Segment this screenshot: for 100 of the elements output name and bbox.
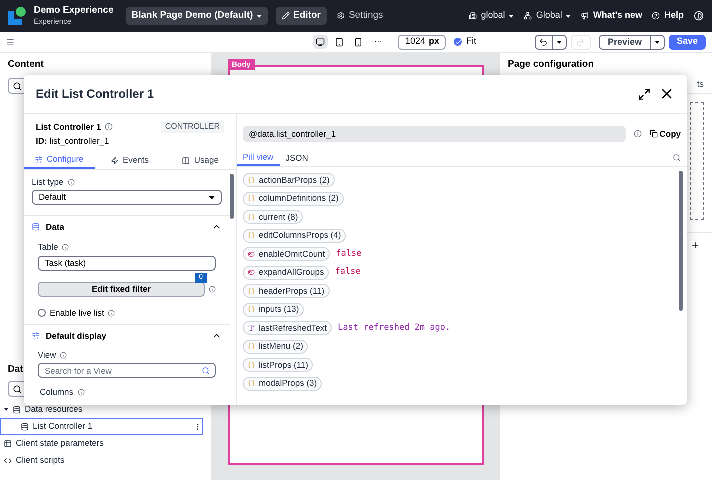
- database-icon: [13, 406, 21, 414]
- pill-value: false: [335, 266, 361, 280]
- tablet-icon: [335, 38, 344, 46]
- panel-title: Content: [8, 58, 44, 72]
- tree-item[interactable]: Client state parameters: [0, 435, 211, 452]
- dialog-tab[interactable]: Configure: [24, 152, 95, 169]
- data-pill[interactable]: headerProps (11): [243, 284, 330, 298]
- view-tab[interactable]: Pill view: [237, 150, 280, 166]
- building-icon: [469, 12, 478, 20]
- sliders-icon: [32, 332, 40, 340]
- tree-item[interactable]: Data resources: [0, 401, 211, 418]
- pencil-icon: [282, 12, 290, 20]
- braces-icon: [248, 195, 255, 202]
- data-pill[interactable]: inputs (13): [243, 302, 304, 317]
- type-badge: CONTROLLER: [161, 121, 224, 133]
- panel-title: Dat: [8, 362, 24, 377]
- header-link[interactable]: Global: [524, 9, 572, 23]
- hierarchy-icon: [524, 12, 532, 20]
- component-id: ID: list_controller_1: [36, 135, 110, 148]
- redo-icon: [576, 38, 586, 46]
- info-icon: [78, 388, 85, 396]
- field-label: List type: [32, 176, 64, 188]
- braces-icon: [248, 343, 255, 350]
- theme-icon[interactable]: [694, 11, 704, 21]
- field-label: Table: [38, 240, 58, 254]
- braces-icon: [248, 306, 255, 314]
- save-button[interactable]: Save: [668, 34, 706, 50]
- menu-icon[interactable]: [6, 38, 15, 46]
- table-icon: [4, 440, 12, 448]
- expand-icon[interactable]: [638, 88, 651, 100]
- data-pill[interactable]: expandAllGroups: [243, 266, 330, 280]
- fit-checkbox[interactable]: [454, 38, 462, 46]
- braces-icon: [248, 362, 255, 369]
- checkbox-label: Enable live list: [50, 306, 104, 320]
- caret-icon: [209, 194, 215, 200]
- tree-item[interactable]: Client scripts: [0, 452, 211, 469]
- more-button[interactable]: ···: [370, 36, 386, 48]
- page-dropdown[interactable]: Blank Page Demo (Default): [126, 7, 268, 25]
- help-icon: [652, 12, 660, 20]
- undo-icon: [539, 38, 548, 46]
- search-icon: [13, 82, 22, 90]
- data-pill[interactable]: modalProps (3): [243, 376, 322, 391]
- live-list-checkbox[interactable]: [38, 309, 46, 317]
- data-pill[interactable]: current (8): [243, 210, 304, 224]
- device-button[interactable]: [313, 35, 328, 49]
- view-tab[interactable]: JSON: [280, 150, 314, 166]
- info-icon: [209, 286, 216, 293]
- path-field[interactable]: @data.list_controller_1: [243, 126, 626, 142]
- header-link[interactable]: Help: [652, 9, 684, 23]
- phone-icon: [354, 38, 364, 46]
- dialog-tab[interactable]: Events: [94, 152, 166, 169]
- pill-value: false: [336, 248, 362, 261]
- info-icon: [62, 244, 70, 250]
- toggle-icon: [248, 250, 255, 258]
- data-pill[interactable]: columnDefinitions (2): [243, 192, 344, 206]
- braces-icon: [248, 288, 255, 295]
- data-pill[interactable]: listProps (11): [243, 358, 314, 372]
- header-link[interactable]: global: [469, 9, 514, 23]
- data-pill[interactable]: editColumnsProps (4): [243, 228, 346, 243]
- scrollbar-thumb[interactable]: [230, 174, 234, 219]
- data-pill[interactable]: listMenu (2): [243, 340, 308, 354]
- panel-title: Page configuration: [508, 58, 594, 72]
- caret-icon: [556, 40, 562, 44]
- database-icon: [32, 223, 40, 231]
- monitor-icon: [316, 38, 326, 46]
- header-link[interactable]: What's new: [581, 9, 642, 23]
- lightning-icon: [111, 156, 119, 164]
- tree-item[interactable]: List Controller 1: [0, 418, 203, 435]
- app-title: Demo Experience: [34, 5, 114, 18]
- width-field[interactable]: 1024 px: [398, 34, 446, 50]
- megaphone-icon: [581, 12, 590, 20]
- data-pill[interactable]: enableOmitCount: [243, 247, 330, 262]
- toggle-icon: [248, 269, 255, 276]
- add-icon[interactable]: [691, 241, 700, 250]
- component-name: List Controller 1: [36, 120, 102, 134]
- info-icon: [108, 310, 116, 316]
- data-pill[interactable]: lastRefreshedText: [243, 321, 332, 336]
- search-icon[interactable]: [673, 154, 681, 162]
- info-icon: [60, 352, 68, 358]
- scrollbar-thumb[interactable]: [679, 171, 683, 311]
- view-search-field[interactable]: Search for a View: [38, 363, 216, 378]
- data-pill[interactable]: actionBarProps (2): [243, 173, 335, 188]
- field-label: View: [38, 348, 56, 362]
- list-type-select[interactable]: Default: [32, 190, 222, 205]
- dialog-title: Edit List Controller 1: [36, 86, 154, 103]
- edit-filter-button[interactable]: Edit fixed filter: [38, 282, 205, 297]
- section-header[interactable]: Default display: [32, 329, 222, 343]
- section-header[interactable]: Data: [32, 220, 222, 234]
- check-icon: [454, 38, 462, 46]
- mode-tab[interactable]: Editor: [276, 7, 327, 25]
- braces-icon: [248, 232, 255, 240]
- columns-icon: [182, 156, 190, 164]
- field-label: Columns: [40, 386, 74, 398]
- mode-tab[interactable]: Settings: [330, 7, 390, 25]
- copy-button[interactable]: Copy: [650, 128, 681, 140]
- dialog-tab[interactable]: Usage: [165, 152, 236, 169]
- pill-value: Last refreshed 2m ago.: [338, 322, 451, 335]
- text-icon: [248, 324, 255, 332]
- config-tab[interactable]: ts: [697, 78, 704, 93]
- table-field[interactable]: Task (task): [38, 256, 216, 271]
